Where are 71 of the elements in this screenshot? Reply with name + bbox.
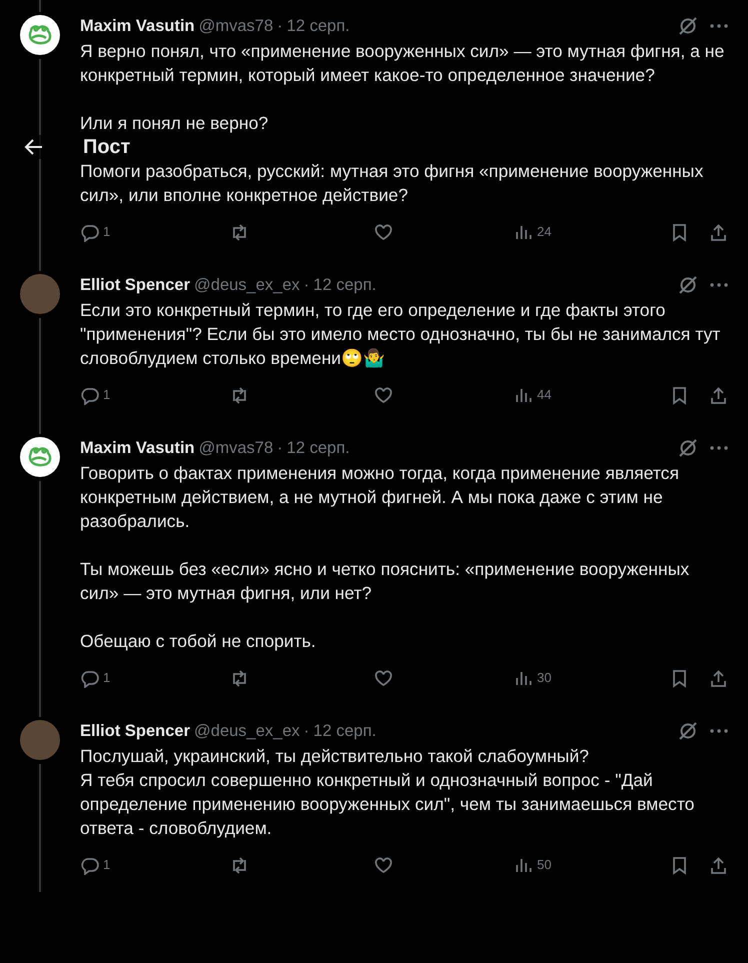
slashed-circle-icon[interactable] [678,721,698,741]
bookmark-button[interactable] [670,386,689,404]
separator-dot: · [277,16,283,37]
slashed-circle-icon[interactable] [678,275,698,295]
post-text: Послушай, украинский, ты действительно такой слабоумный? Я тебя спросил совершенно конкретный и однозначный вопрос - "Дай определение применению вооруженных сил", чем ты занимаешься вместо ответа - словоблудием. [80,745,696,840]
share-icon [709,856,728,874]
author-name[interactable]: Elliot Spencer [80,720,190,742]
more-icon[interactable] [710,729,728,733]
separator-dot: · [304,275,310,296]
bookmark-icon [670,856,689,874]
author-handle[interactable]: @mvas78 [198,437,274,459]
bookmark-button[interactable] [670,856,689,874]
heart-icon [374,856,393,874]
bookmark-icon [670,222,689,242]
repost-icon [230,222,249,242]
post-text: Если это конкретный термин, то где его определение и где факты этого "применения"? Если бы это имело место однозначно, ты бы не занимался тут словоблудием столько времени🙄🤷‍♂ [80,299,722,370]
avatar-frog-logo[interactable] [20,437,60,477]
avatar-frog-logo[interactable] [20,15,60,55]
share-button[interactable] [709,386,728,404]
post-date[interactable]: 12 серп. [286,437,350,459]
bookmark-icon [670,668,689,688]
post-date[interactable]: 12 серп. [313,720,376,742]
post-date[interactable]: 12 серп. [313,274,376,296]
reply-icon [80,856,99,874]
share-icon [709,222,728,242]
reply-button[interactable]: 1 [80,855,230,875]
bookmark-button[interactable] [670,222,689,242]
views-button[interactable]: 50 [514,855,552,875]
bookmark-button[interactable] [670,668,689,688]
reply-button[interactable]: 1 [80,668,230,688]
views-button[interactable]: 44 [514,385,552,405]
post-text: Помоги разобраться, русский: мутная это фигня «применение вооруженных сил», или вполне конкретное действие? [80,160,704,207]
share-button[interactable] [709,222,728,242]
reply-icon [80,386,99,404]
views-button[interactable]: 30 [514,668,552,688]
more-icon[interactable] [710,24,728,28]
post-text: Говорить о фактах применения можно тогда, когда применение является конкретным действием, а не мутной фигней. А мы пока даже с этим не разобрались. [80,462,680,533]
more-icon[interactable] [710,283,728,287]
separator-dot: · [277,438,283,459]
share-icon [709,386,728,404]
post-text: Я верно понял, что «применение вооруженных сил» — это мутная фигня, а не конкретный термин, который имеет какое-то определенное значение? [80,40,726,87]
separator-dot: · [304,721,310,742]
author-handle[interactable]: @deus_ex_ex [194,274,300,296]
reply-icon [80,222,99,242]
post-text: Или я понял не верно? [80,112,270,135]
more-icon[interactable] [710,446,728,450]
author-name[interactable]: Maxim Vasutin [80,15,195,37]
heart-icon [374,668,393,688]
views-button[interactable]: 24 [514,222,552,242]
author-handle[interactable]: @deus_ex_ex [194,720,300,742]
heart-icon [374,386,393,404]
heart-icon [374,222,393,242]
share-button[interactable] [709,668,728,688]
reply-button[interactable]: 1 [80,222,230,242]
author-handle[interactable]: @mvas78 [198,15,274,37]
repost-icon [230,386,249,404]
share-button[interactable] [709,856,728,874]
slashed-circle-icon[interactable] [678,16,698,36]
repost-icon [230,856,249,874]
author-name[interactable]: Maxim Vasutin [80,437,195,459]
post-date[interactable]: 12 серп. [286,15,350,37]
share-icon [709,668,728,688]
author-name[interactable]: Elliot Spencer [80,274,190,296]
page-title: Пост [83,135,130,159]
slashed-circle-icon[interactable] [678,438,698,458]
reply-icon [80,668,99,688]
post-text: Обещаю с тобой не спорить. [80,630,317,653]
bookmark-icon [670,386,689,404]
reply-button[interactable]: 1 [80,385,230,405]
post-text: Ты можешь без «если» ясно и четко пояснить: «применение вооруженных сил» — это мутная фигня, или нет? [80,558,690,605]
repost-icon [230,668,249,688]
